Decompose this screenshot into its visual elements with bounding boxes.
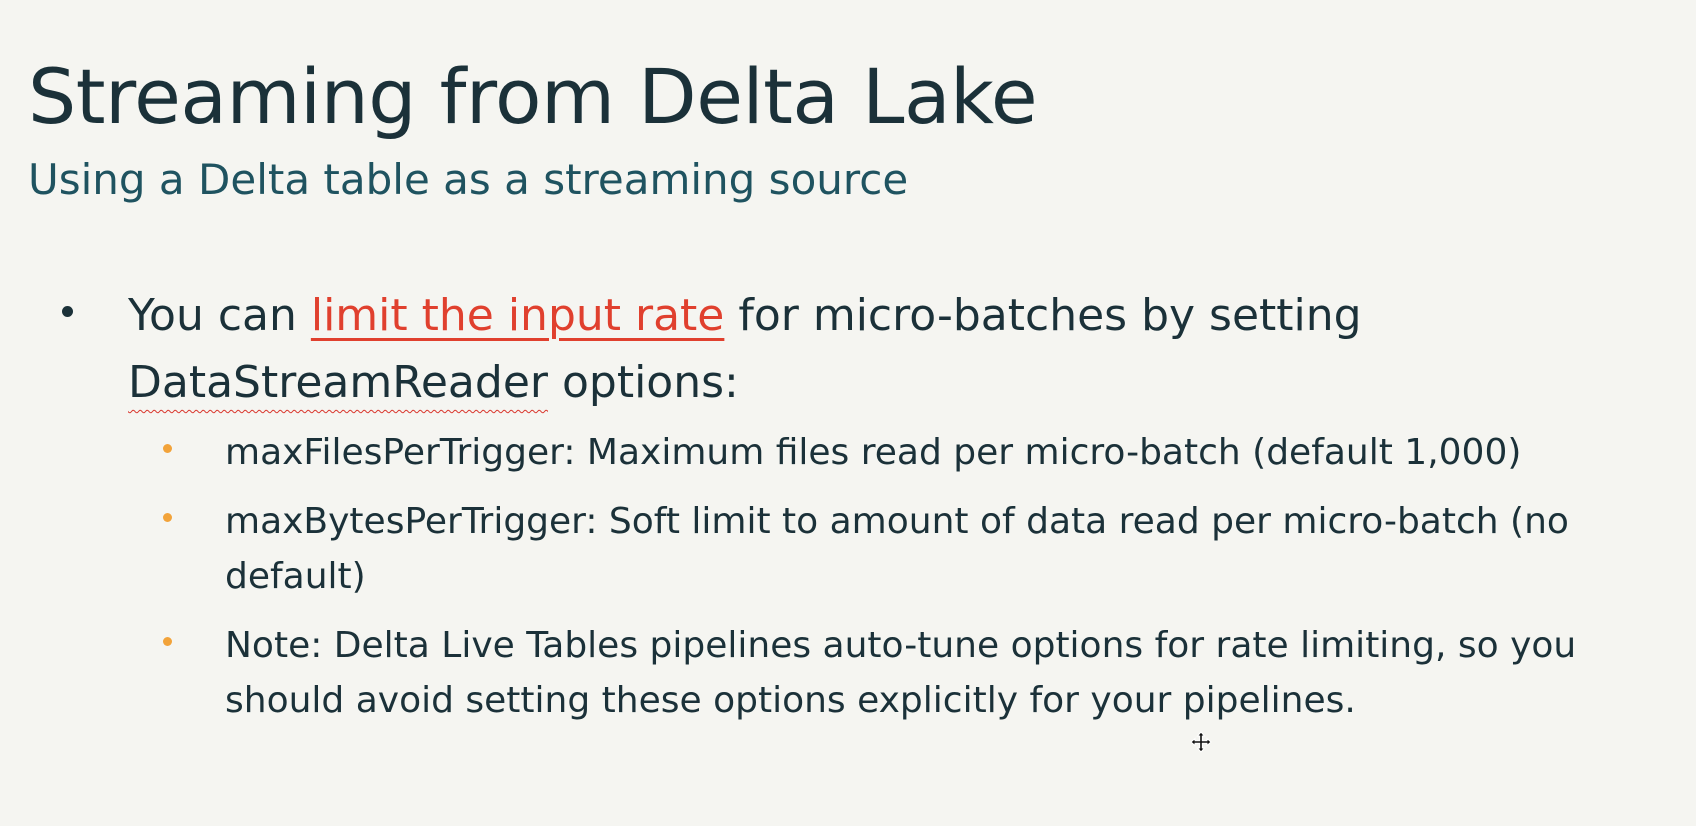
orange-bullet-icon <box>163 513 172 522</box>
slide-title: Streaming from Delta Lake <box>28 52 1038 141</box>
move-cursor-icon <box>1190 731 1212 753</box>
sub-bullet-list: maxFilesPerTrigger: Maximum files read p… <box>150 425 1670 742</box>
bullet-dot-icon <box>62 306 73 317</box>
sub-bullet-text: maxFilesPerTrigger: Maximum files read p… <box>225 432 1522 473</box>
list-item: Note: Delta Live Tables pipelines auto-t… <box>150 618 1670 728</box>
main-bullet-suffix: options: <box>547 357 739 408</box>
orange-bullet-icon <box>163 637 172 646</box>
list-item: maxBytesPerTrigger: Soft limit to amount… <box>150 494 1670 604</box>
slide: Streaming from Delta Lake Using a Delta … <box>0 0 1696 826</box>
orange-bullet-icon <box>163 444 172 453</box>
sub-bullet-text: Note: Delta Live Tables pipelines auto-t… <box>225 625 1577 721</box>
limit-input-rate-link[interactable]: limit the input rate <box>311 290 725 341</box>
spellcheck-flagged-word: DataStreamReader <box>128 357 548 408</box>
main-bullet-text: You can limit the input rate for micro-b… <box>128 282 1548 416</box>
main-bullet-middle: for micro-batches by setting <box>724 290 1362 341</box>
list-item: maxFilesPerTrigger: Maximum files read p… <box>150 425 1670 480</box>
sub-bullet-text: maxBytesPerTrigger: Soft limit to amount… <box>225 501 1569 597</box>
main-bullet-prefix: You can <box>128 290 311 341</box>
slide-subtitle: Using a Delta table as a streaming sourc… <box>28 155 909 204</box>
